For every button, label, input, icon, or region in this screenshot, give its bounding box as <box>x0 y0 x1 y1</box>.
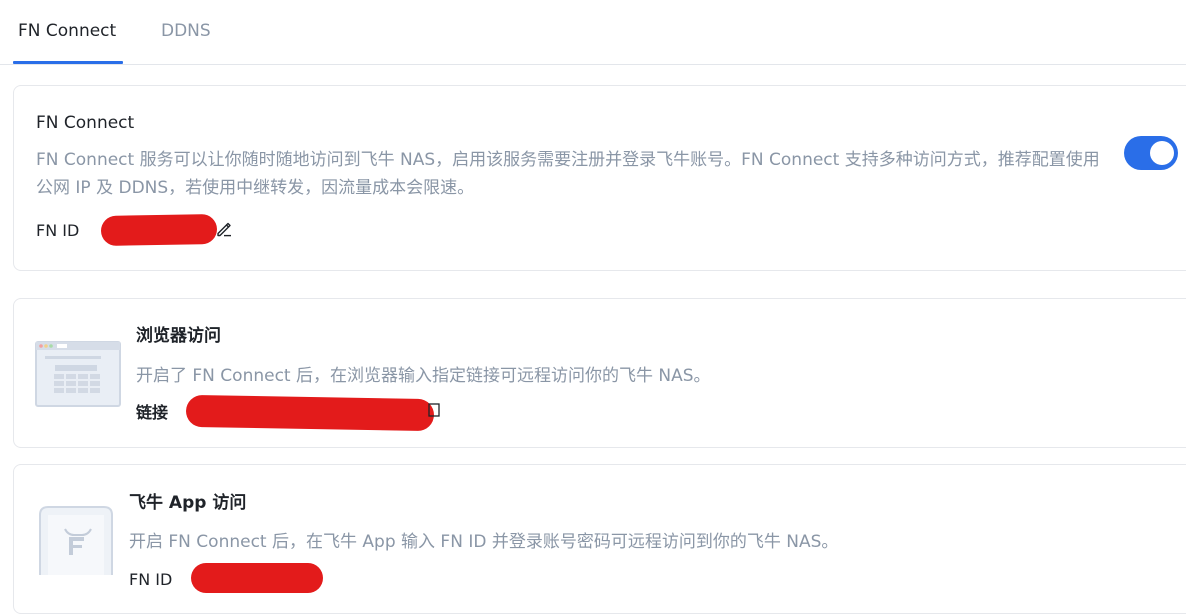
app-fn-id-label: FN ID <box>129 570 173 589</box>
copy-icon[interactable] <box>428 403 440 417</box>
fn-id-value-redacted <box>100 213 218 247</box>
active-tab-indicator <box>13 61 123 64</box>
app-phone-icon <box>39 506 113 575</box>
pencil-icon[interactable] <box>215 220 233 238</box>
fn-connect-toggle[interactable] <box>1124 136 1178 170</box>
toggle-knob <box>1150 141 1174 165</box>
browser-access-description: 开启了 FN Connect 后，在浏览器输入指定链接可远程访问你的飞牛 NAS… <box>136 366 711 386</box>
fn-id-label: FN ID <box>36 221 80 240</box>
link-value-redacted <box>185 394 435 432</box>
fn-connect-card: FN Connect FN Connect 服务可以让你随时随地访问到飞牛 NA… <box>13 85 1186 271</box>
app-access-card: 飞牛 App 访问 开启 FN Connect 后，在飞牛 App 输入 FN … <box>13 464 1186 614</box>
tab-ddns[interactable]: DDNS <box>161 20 211 42</box>
fn-connect-description: FN Connect 服务可以让你随时随地访问到飞牛 NAS，启用该服务需要注册… <box>36 150 1100 198</box>
app-access-title: 飞牛 App 访问 <box>129 493 247 513</box>
browser-access-title: 浏览器访问 <box>136 326 221 346</box>
link-label: 链接 <box>136 403 169 422</box>
browser-access-card: 浏览器访问 开启了 FN Connect 后，在浏览器输入指定链接可远程访问你的… <box>13 298 1186 448</box>
tab-fn-connect[interactable]: FN Connect <box>18 20 116 42</box>
browser-window-icon <box>35 341 121 407</box>
fn-connect-title: FN Connect <box>36 113 135 133</box>
tab-bar: FN Connect DDNS <box>0 0 1186 65</box>
app-fn-id-value-redacted <box>191 563 323 593</box>
app-access-description: 开启 FN Connect 后，在飞牛 App 输入 FN ID 并登录账号密码… <box>129 532 839 552</box>
